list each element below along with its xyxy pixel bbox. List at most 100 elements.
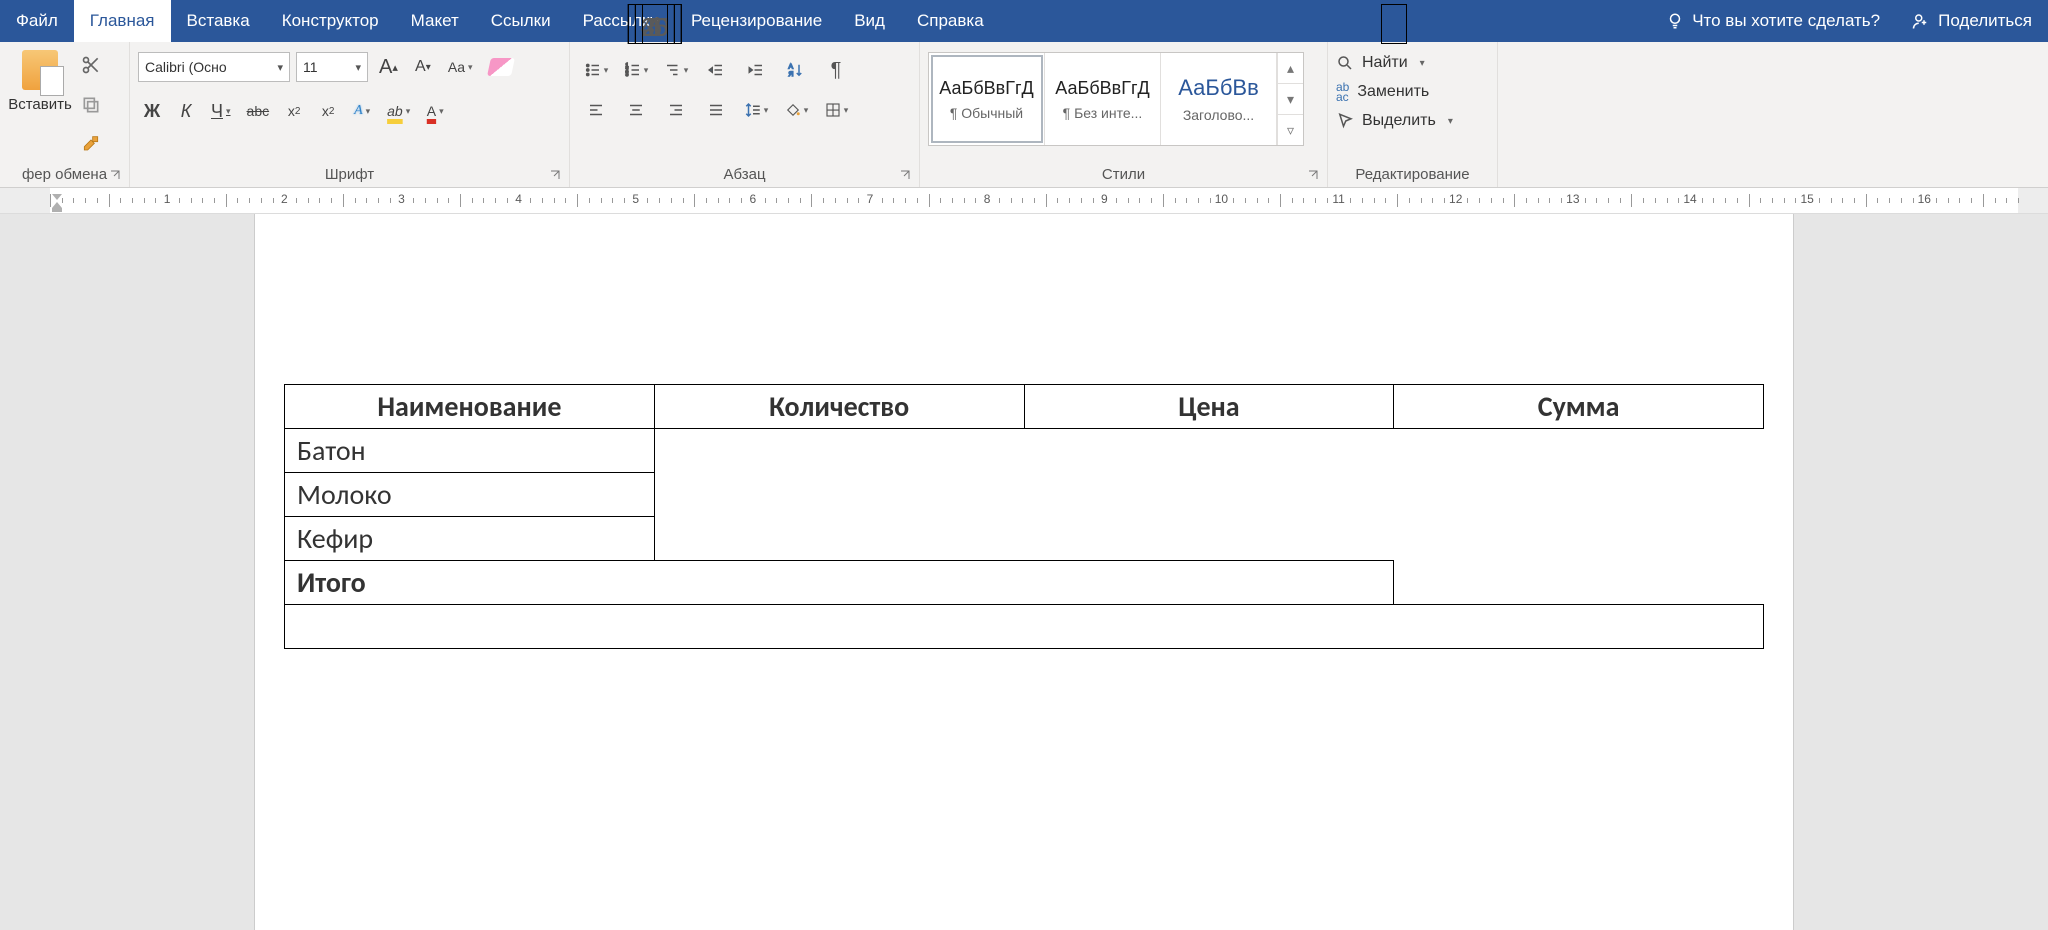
group-editing: Найти abac Заменить Выделить Редактирова… bbox=[1328, 42, 1498, 187]
outdent-button[interactable] bbox=[698, 52, 734, 88]
clear-format-button[interactable] bbox=[484, 52, 518, 82]
col-sum[interactable]: Сумма bbox=[1394, 385, 1764, 429]
styles-scroll-down[interactable]: ▾ bbox=[1278, 84, 1303, 115]
style-name: ¶ Без инте... bbox=[1063, 105, 1143, 121]
cell-name[interactable]: Батон bbox=[285, 429, 655, 473]
document-table[interactable]: Наименование Количество Цена Сумма Батон… bbox=[284, 384, 1764, 649]
col-price[interactable]: Цена bbox=[1024, 385, 1394, 429]
cut-button[interactable] bbox=[76, 50, 106, 80]
sort-button[interactable]: AЯ bbox=[778, 52, 814, 88]
replace-icon: abac bbox=[1336, 82, 1349, 102]
scissors-icon bbox=[81, 55, 101, 75]
page[interactable]: Наименование Количество Цена Сумма Батон… bbox=[254, 214, 1794, 930]
copy-button[interactable] bbox=[76, 90, 106, 120]
superscript-button[interactable]: x2 bbox=[314, 96, 342, 126]
bold-button[interactable]: Ж bbox=[138, 96, 166, 126]
style-normal[interactable]: АаБбВвГгД ¶ Обычный bbox=[929, 53, 1045, 145]
share-button[interactable]: Поделиться bbox=[1896, 0, 2048, 42]
font-launcher[interactable] bbox=[547, 167, 563, 183]
align-left-button[interactable] bbox=[578, 92, 614, 128]
replace-button[interactable]: abac Заменить bbox=[1336, 82, 1453, 102]
clipboard-group-label: фер обмена bbox=[8, 162, 121, 185]
tab-view[interactable]: Вид bbox=[838, 0, 901, 42]
copy-icon bbox=[81, 95, 101, 115]
col-qty[interactable]: Количество bbox=[654, 385, 1024, 429]
italic-button[interactable]: К bbox=[172, 96, 200, 126]
indent-button[interactable] bbox=[738, 52, 774, 88]
indent-icon bbox=[747, 61, 765, 79]
table-row[interactable]: Молоко 5 35 bbox=[285, 473, 1764, 517]
text-effects-button[interactable]: A bbox=[348, 96, 376, 126]
tab-design[interactable]: Конструктор bbox=[266, 0, 395, 42]
tab-references[interactable]: Ссылки bbox=[475, 0, 567, 42]
bucket-icon bbox=[784, 101, 802, 119]
line-spacing-icon bbox=[744, 101, 762, 119]
table-total-row[interactable]: Итого bbox=[285, 561, 1764, 605]
highlight-button[interactable]: ab bbox=[382, 96, 415, 126]
tell-me-search[interactable]: Что вы хотите сделать? bbox=[1650, 0, 1896, 42]
clipboard-launcher[interactable] bbox=[107, 167, 123, 183]
select-label: Выделить bbox=[1362, 112, 1436, 130]
paragraph-group-label: Абзац bbox=[578, 162, 911, 185]
col-name[interactable]: Наименование bbox=[285, 385, 655, 429]
styles-scroll-up[interactable]: ▴ bbox=[1278, 53, 1303, 84]
select-button[interactable]: Выделить bbox=[1336, 112, 1453, 130]
show-marks-button[interactable]: ¶ bbox=[818, 52, 854, 88]
underline-button[interactable]: Ч bbox=[206, 96, 236, 126]
align-center-button[interactable] bbox=[618, 92, 654, 128]
replace-label: Заменить bbox=[1357, 83, 1429, 101]
editing-group-label: Редактирование bbox=[1336, 162, 1489, 185]
launcher-icon bbox=[109, 169, 121, 181]
shading-button[interactable] bbox=[778, 92, 814, 128]
style-nospacing[interactable]: АаБбВвГгД ¶ Без инте... bbox=[1045, 53, 1161, 145]
format-painter-button[interactable] bbox=[76, 130, 106, 160]
table-row[interactable]: Кефир 6 40 bbox=[285, 517, 1764, 561]
bullets-button[interactable] bbox=[578, 52, 614, 88]
share-label: Поделиться bbox=[1938, 11, 2032, 31]
cell-name[interactable]: Молоко bbox=[285, 473, 655, 517]
horizontal-ruler[interactable]: 12345678910111213141516 bbox=[0, 188, 2048, 214]
tab-review[interactable]: Рецензирование bbox=[675, 0, 838, 42]
tab-home[interactable]: Главная bbox=[74, 0, 171, 42]
tab-layout[interactable]: Макет bbox=[395, 0, 475, 42]
tab-help[interactable]: Справка bbox=[901, 0, 1000, 42]
find-button[interactable]: Найти bbox=[1336, 54, 1453, 72]
paste-icon[interactable] bbox=[22, 50, 58, 90]
font-size-combo[interactable]: 11 ▾ bbox=[296, 52, 368, 82]
justify-button[interactable] bbox=[698, 92, 734, 128]
tab-file[interactable]: Файл bbox=[0, 0, 74, 42]
strike-button[interactable]: abc bbox=[242, 96, 275, 126]
group-styles: АаБбВвГгД ¶ Обычный АаБбВвГгД ¶ Без инте… bbox=[920, 42, 1328, 187]
font-color-button[interactable]: A bbox=[421, 96, 449, 126]
style-heading1[interactable]: АаБбВв Заголово... bbox=[1161, 53, 1277, 145]
document-area[interactable]: Наименование Количество Цена Сумма Батон… bbox=[0, 214, 2048, 930]
numbering-button[interactable]: 123 bbox=[618, 52, 654, 88]
line-spacing-button[interactable] bbox=[738, 92, 774, 128]
table-row[interactable] bbox=[285, 605, 1764, 649]
multilevel-button[interactable] bbox=[658, 52, 694, 88]
change-case-button[interactable]: Aa bbox=[443, 52, 478, 82]
subscript-button[interactable]: x2 bbox=[280, 96, 308, 126]
cell-name[interactable]: Кефир bbox=[285, 517, 655, 561]
outdent-icon bbox=[707, 61, 725, 79]
bulb-icon bbox=[1666, 12, 1684, 30]
style-preview: АаБбВвГгД bbox=[1055, 78, 1149, 99]
tab-insert[interactable]: Вставка bbox=[171, 0, 266, 42]
table-row[interactable]: Батон 1 25 bbox=[285, 429, 1764, 473]
styles-expand[interactable]: ▿ bbox=[1278, 115, 1303, 145]
styles-launcher[interactable] bbox=[1305, 167, 1321, 183]
cell-empty[interactable] bbox=[285, 605, 1764, 649]
cell-total-label[interactable]: Итого bbox=[285, 561, 1394, 605]
ribbon: Вставить фер обмена bbox=[0, 42, 2048, 188]
table-header-row[interactable]: Наименование Количество Цена Сумма bbox=[285, 385, 1764, 429]
paragraph-launcher[interactable] bbox=[897, 167, 913, 183]
align-left-icon bbox=[587, 101, 605, 119]
paste-button[interactable]: Вставить bbox=[8, 96, 72, 113]
grow-font-button[interactable]: A▴ bbox=[374, 52, 403, 82]
shrink-font-button[interactable]: A▾ bbox=[409, 52, 437, 82]
borders-button[interactable] bbox=[818, 92, 854, 128]
align-right-icon bbox=[667, 101, 685, 119]
font-name-combo[interactable]: Calibri (Осно ▾ bbox=[138, 52, 290, 82]
style-preview: АаБбВв bbox=[1178, 75, 1259, 101]
align-right-button[interactable] bbox=[658, 92, 694, 128]
